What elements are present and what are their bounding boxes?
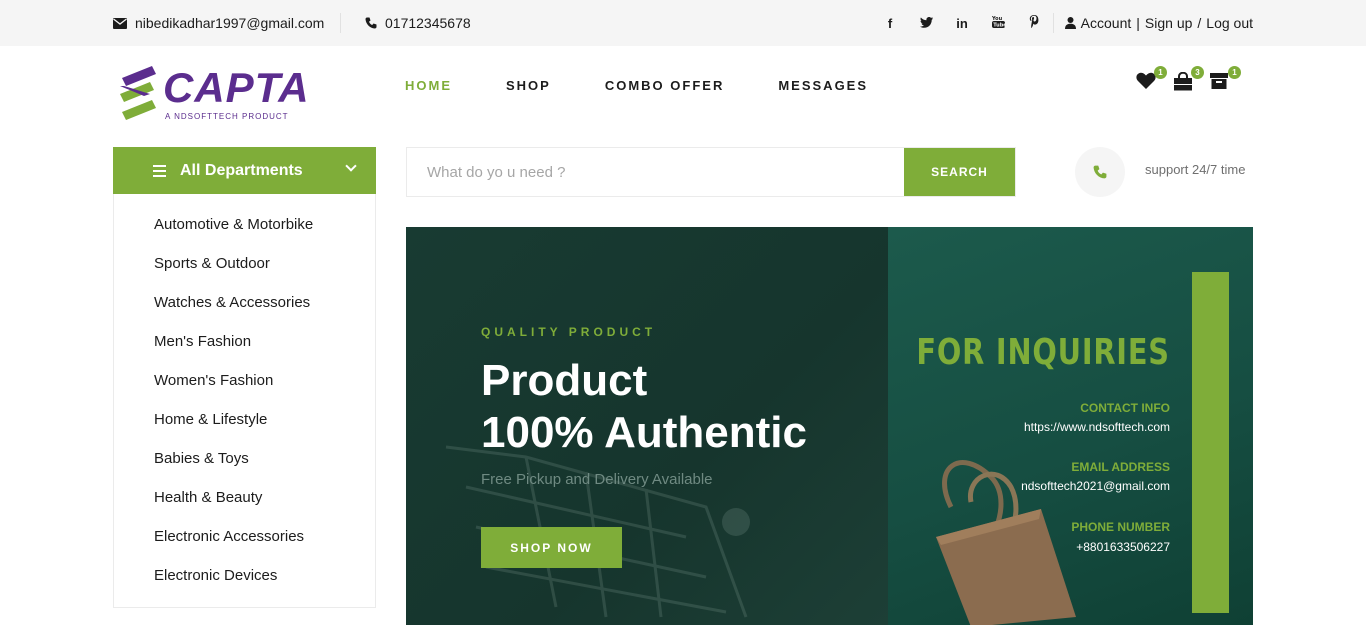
phone-number-value: +8801633506227 [1076, 540, 1170, 554]
top-bar: nibedikadhar1997@gmail.com 01712345678 f… [0, 0, 1366, 46]
department-item[interactable]: Health & Beauty [114, 478, 375, 517]
search-form: SEARCH [406, 147, 1016, 197]
account-links: Account | Sign up / Log out [1064, 0, 1253, 46]
nav-home[interactable]: HOME [405, 78, 452, 93]
logout-link[interactable]: Log out [1206, 15, 1253, 31]
hero-title-line2: 100% Authentic [481, 408, 808, 457]
contact-phone[interactable]: 01712345678 [365, 0, 471, 46]
phone-text: 01712345678 [385, 15, 471, 31]
logo-mark [120, 66, 156, 120]
department-item[interactable]: Electronic Accessories [114, 517, 375, 556]
nav-combo-offer[interactable]: COMBO OFFER [605, 78, 725, 93]
department-item[interactable]: Sports & Outdoor [114, 244, 375, 283]
department-item[interactable]: Home & Lifestyle [114, 400, 375, 439]
logo-tagline: A NDSOFTTECH PRODUCT [165, 112, 289, 121]
accent-bar [1192, 272, 1229, 613]
department-item[interactable]: Electronic Devices [114, 556, 375, 595]
divider [340, 13, 341, 33]
department-item[interactable]: Babies & Toys [114, 439, 375, 478]
department-item[interactable]: Women's Fashion [114, 361, 375, 400]
contact-info-value: https://www.ndsofttech.com [1023, 420, 1170, 434]
signup-link[interactable]: Sign up [1145, 15, 1192, 31]
menu-icon [153, 162, 166, 180]
support-text: support 24/7 time [1145, 162, 1246, 177]
search-input[interactable] [407, 148, 905, 196]
orders-count-badge: 1 [1228, 66, 1241, 79]
nav-shop[interactable]: SHOP [506, 78, 551, 93]
search-button[interactable]: SEARCH [904, 148, 1015, 196]
department-item[interactable]: Men's Fashion [114, 322, 375, 361]
department-item[interactable]: Watches & Accessories [114, 283, 375, 322]
chevron-down-icon [345, 160, 357, 172]
shop-now-button[interactable]: SHOP NOW [481, 527, 622, 568]
phone-icon [1093, 165, 1107, 179]
cart-button[interactable]: 3 [1173, 66, 1204, 92]
social-links: f in YouTube [882, 0, 1042, 46]
email-text: nibedikadhar1997@gmail.com [135, 15, 325, 31]
pinterest-icon[interactable] [1026, 15, 1042, 31]
separator: | [1136, 15, 1140, 31]
youtube-icon[interactable]: YouTube [990, 15, 1007, 31]
hero-banner: QUALITY PRODUCT Product 100% Authentic F… [406, 227, 1253, 625]
slash: / [1197, 15, 1202, 31]
departments-title: All Departments [180, 161, 303, 179]
logo[interactable]: CAPTA A NDSOFTTECH PRODUCT [118, 64, 310, 128]
twitter-icon[interactable] [918, 16, 934, 31]
paper-bag-image [936, 460, 1076, 625]
account-link[interactable]: Account [1081, 15, 1132, 31]
hero-subtitle: Free Pickup and Delivery Available [481, 471, 713, 488]
heart-icon [1136, 72, 1156, 89]
departments-list: Automotive & Motorbike Sports & Outdoor … [113, 194, 376, 608]
hero-title: Product 100% Authentic [481, 355, 807, 459]
nav-messages[interactable]: MESSAGES [778, 78, 868, 93]
envelope-icon [113, 17, 127, 29]
shopping-bag-icon [1174, 71, 1192, 91]
cart-count-badge: 3 [1191, 66, 1204, 79]
support-phone-button[interactable] [1075, 147, 1125, 197]
email-address-value: ndsofttech2021@gmail.com [1021, 479, 1170, 493]
linkedin-icon[interactable]: in [954, 16, 970, 31]
all-departments-toggle[interactable]: All Departments [113, 147, 376, 194]
inquiries-title: FOR INQUIRIES [916, 332, 1170, 373]
phone-number-label: PHONE NUMBER [1071, 520, 1170, 534]
main-nav: HOME SHOP COMBO OFFER MESSAGES [405, 78, 922, 93]
department-item[interactable]: Automotive & Motorbike [114, 205, 375, 244]
divider [1053, 13, 1054, 33]
hero-title-line1: Product [481, 356, 648, 405]
email-address-label: EMAIL ADDRESS [1071, 460, 1170, 474]
contact-email[interactable]: nibedikadhar1997@gmail.com [113, 0, 324, 46]
orders-button[interactable]: 1 [1210, 66, 1241, 92]
archive-box-icon [1210, 73, 1228, 89]
wishlist-button[interactable]: 1 [1136, 66, 1167, 92]
wishlist-count-badge: 1 [1154, 66, 1167, 79]
contact-info-label: CONTACT INFO [1080, 401, 1170, 415]
svg-text:Tube: Tube [993, 23, 1005, 29]
hero-kicker: QUALITY PRODUCT [481, 325, 657, 339]
hero-left-panel: QUALITY PRODUCT Product 100% Authentic F… [406, 227, 888, 625]
facebook-icon[interactable]: f [882, 16, 898, 31]
user-icon [1064, 17, 1076, 29]
logo-text: CAPTA [163, 64, 310, 111]
phone-icon [365, 17, 377, 29]
